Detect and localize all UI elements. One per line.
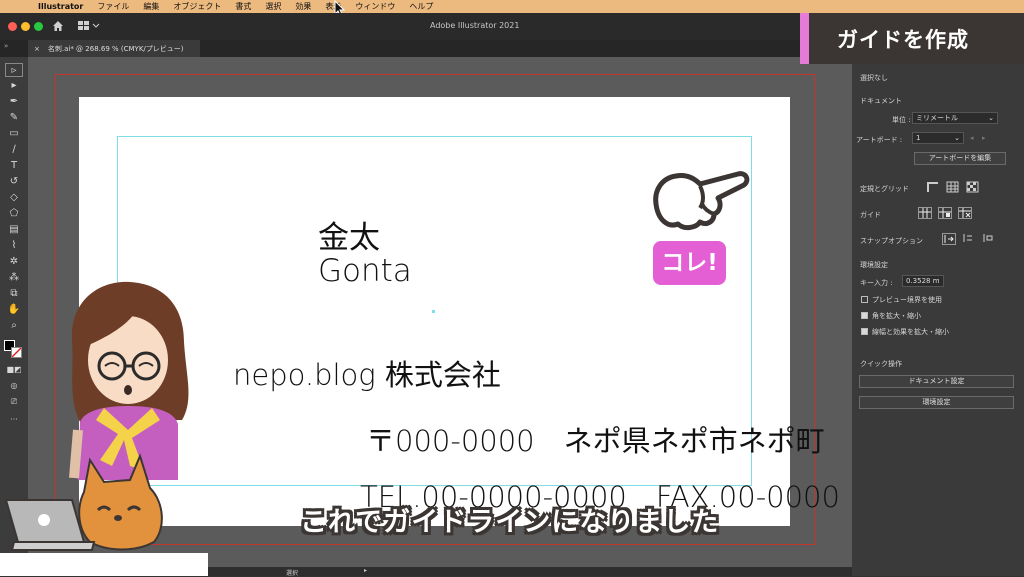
kore-badge: コレ! [653, 241, 726, 285]
snap-options-heading: スナップオプション [860, 237, 923, 245]
zoom-window-button[interactable] [34, 22, 43, 31]
properties-panel: 選択なし ドキュメント 単位 : ミリメートル ⌄ アートボード : 1 ⌄ ◂… [852, 64, 1024, 576]
card-name-english[interactable]: Gonta [318, 253, 412, 289]
eraser-tool-icon[interactable]: ◇ [5, 191, 23, 205]
document-section-heading: ドキュメント [860, 97, 902, 105]
menu-edit[interactable]: 編集 [143, 1, 159, 12]
no-selection-label: 選択なし [860, 74, 888, 82]
unit-select-value: ミリメートル [916, 114, 958, 122]
key-input-field[interactable]: 0.3528 m [902, 275, 944, 287]
color-mode-icon[interactable]: ■◩ [5, 363, 23, 377]
paintbrush-tool-icon[interactable]: ∕ [5, 143, 23, 157]
menu-type[interactable]: 書式 [235, 1, 251, 12]
direct-selection-tool-icon[interactable]: ▸ [5, 79, 23, 93]
header-accent-stripe [800, 13, 809, 64]
snap-to-point-icon[interactable] [942, 233, 956, 245]
card-address[interactable]: 〒000-0000 ネポ県ネポ市ネポ町 [366, 418, 838, 460]
menu-bar: Illustrator ファイル 編集 オブジェクト 書式 選択 効果 表示 ウ… [0, 0, 1024, 13]
card-company[interactable]: nepo.blog 株式会社 [233, 352, 501, 394]
card-name-japanese[interactable]: 金太 [318, 212, 380, 257]
laptop-illustration [4, 499, 96, 551]
quick-actions-heading: クイック操作 [860, 360, 902, 368]
symbol-sprayer-tool-icon[interactable]: ⁂ [5, 271, 23, 285]
blend-tool-icon[interactable]: ✲ [5, 255, 23, 269]
home-icon[interactable] [52, 20, 64, 32]
guides-heading: ガイド [860, 211, 881, 219]
previous-artboard-icon[interactable]: ◂ [970, 134, 974, 142]
menu-illustrator[interactable]: Illustrator [38, 2, 83, 11]
lock-guides-icon[interactable] [938, 207, 952, 219]
artboard-select[interactable]: 1 ⌄ [912, 132, 964, 144]
menu-object[interactable]: オブジェクト [173, 1, 221, 12]
document-settings-button[interactable]: ドキュメント設定 [859, 375, 1014, 388]
close-window-button[interactable] [8, 22, 17, 31]
pointing-hand-icon [653, 171, 750, 231]
menu-help[interactable]: ヘルプ [409, 1, 433, 12]
next-artboard-icon[interactable]: ▸ [982, 134, 986, 142]
grid-icon[interactable] [946, 181, 960, 193]
preferences-heading: 環境設定 [860, 261, 888, 269]
artboard-label: アートボード : [856, 136, 903, 144]
document-tab[interactable]: × 名刺.ai* @ 268.69 % (CMYK/プレビュー) [28, 40, 200, 57]
chevron-down-icon: ⌄ [988, 114, 994, 122]
edit-toolbar-icon[interactable]: ··· [5, 413, 23, 427]
preview-bounds-label: プレビュー境界を使用 [872, 296, 942, 304]
menu-file[interactable]: ファイル [97, 1, 129, 12]
arrange-documents-icon[interactable] [78, 21, 100, 31]
unit-label: 単位 : [892, 116, 911, 124]
close-tab-icon[interactable]: × [34, 45, 40, 53]
document-tab-title: 名刺.ai* @ 268.69 % (CMYK/プレビュー) [47, 44, 184, 53]
tools-panel: ▹ ▸ ✒ ✎ ▭ ∕ T ↺ ◇ ⬠ ▤ ⌇ ✲ ⁂ ⧉ ✋ ⌕ ■◩ ◎ ⎚… [0, 57, 28, 557]
window-title: Adobe Illustrator 2021 [430, 21, 520, 30]
menu-select[interactable]: 選択 [265, 1, 281, 12]
menu-window[interactable]: ウィンドウ [355, 1, 395, 12]
artboard-tool-icon[interactable]: ⧉ [5, 287, 23, 301]
scale-strokes-checkbox[interactable] [861, 328, 868, 335]
eyedropper-tool-icon[interactable]: ⌇ [5, 239, 23, 253]
bottom-left-overlay [0, 553, 208, 576]
artboard-select-value: 1 [916, 134, 921, 142]
collapse-panels-icon[interactable]: » [4, 42, 8, 50]
scale-strokes-label: 線幅と効果を拡大・縮小 [872, 328, 949, 336]
snap-to-glyph-icon[interactable] [982, 233, 996, 245]
key-input-label: キー入力 : [860, 279, 893, 287]
scale-corners-label: 角を拡大・縮小 [872, 312, 921, 320]
minimize-window-button[interactable] [21, 22, 30, 31]
apple-icon[interactable] [14, 1, 26, 13]
selection-tool-icon[interactable]: ▹ [5, 63, 23, 77]
zoom-tool-icon[interactable]: ⌕ [5, 319, 23, 333]
window-titlebar: Adobe Illustrator 2021 [0, 13, 800, 40]
menu-effect[interactable]: 効果 [295, 1, 311, 12]
show-guides-icon[interactable] [918, 207, 932, 219]
ruler-grid-heading: 定規とグリッド [860, 185, 909, 193]
unit-select[interactable]: ミリメートル ⌄ [912, 112, 998, 124]
scale-corners-checkbox[interactable] [861, 312, 868, 319]
edit-artboard-button[interactable]: アートボードを編集 [914, 152, 1006, 165]
ruler-icon[interactable] [926, 181, 940, 193]
hand-tool-icon[interactable]: ✋ [5, 303, 23, 317]
artboard-center-point [432, 310, 435, 313]
rectangle-tool-icon[interactable]: ▭ [5, 127, 23, 141]
section-title: ガイドを作成 [809, 13, 1024, 64]
transparency-grid-icon[interactable] [966, 181, 980, 193]
status-bar: 選択 ▸ [208, 567, 852, 577]
draw-mode-icon[interactable]: ◎ [5, 379, 23, 393]
pen-tool-icon[interactable]: ✒ [5, 95, 23, 109]
video-subtitle: これでガイドラインになりました [300, 507, 720, 538]
type-tool-icon[interactable]: T [5, 159, 23, 173]
chevron-down-icon: ⌄ [954, 134, 960, 142]
gradient-tool-icon[interactable]: ▤ [5, 223, 23, 237]
status-arrow-icon[interactable]: ▸ [364, 567, 367, 574]
preferences-button[interactable]: 環境設定 [859, 396, 1014, 409]
document-tab-bar: » × 名刺.ai* @ 268.69 % (CMYK/プレビュー) [0, 40, 852, 57]
preview-bounds-checkbox[interactable] [861, 296, 868, 303]
shape-builder-tool-icon[interactable]: ⬠ [5, 207, 23, 221]
stroke-color-swatch[interactable] [11, 347, 22, 358]
clear-guides-icon[interactable] [958, 207, 972, 219]
rotate-tool-icon[interactable]: ↺ [5, 175, 23, 189]
curvature-tool-icon[interactable]: ✎ [5, 111, 23, 125]
snap-to-pixel-icon[interactable] [962, 233, 976, 245]
screen-mode-icon[interactable]: ⎚ [5, 395, 23, 409]
